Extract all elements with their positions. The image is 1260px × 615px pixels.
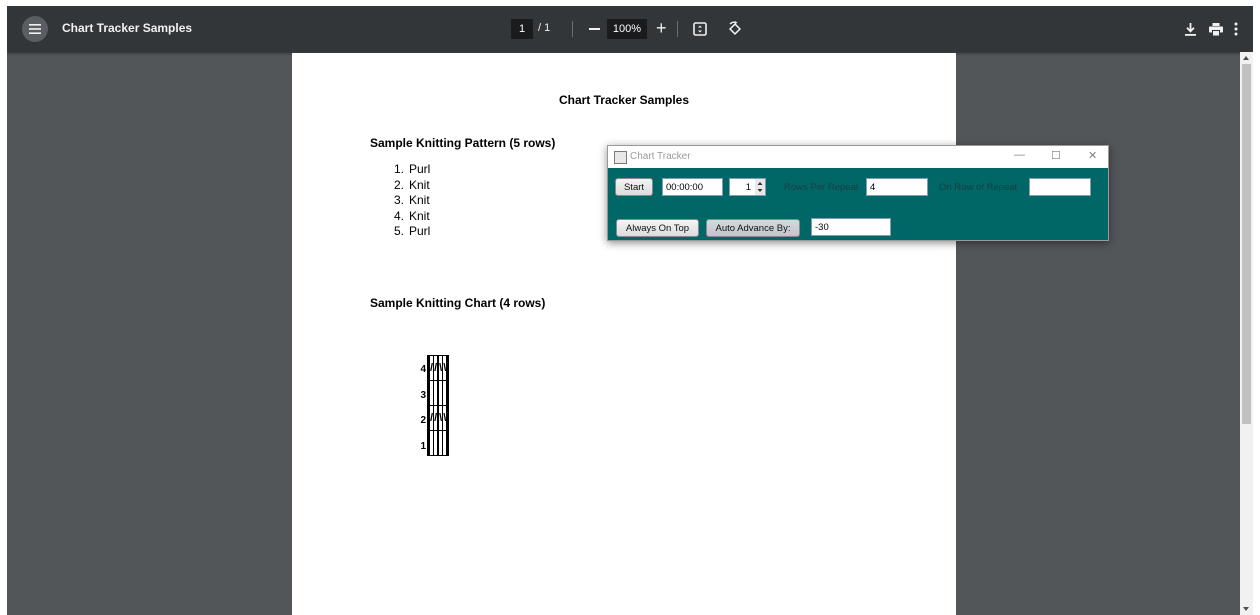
download-button[interactable] (1182, 20, 1198, 38)
pattern-row: 1. Purl (388, 162, 430, 178)
on-row-of-repeat-field[interactable] (1029, 178, 1091, 196)
pattern-row-text: Purl (409, 224, 431, 238)
pattern-row-text: Knit (409, 208, 430, 223)
scroll-up-icon[interactable] (1243, 56, 1249, 60)
spinner-arrows-icon (757, 182, 763, 192)
pattern-row-number: 1. (393, 162, 404, 176)
page-number-input[interactable]: 1 (511, 19, 533, 39)
chart-row (427, 430, 450, 456)
chart-row-label: 1 (420, 440, 426, 452)
more-vertical-icon (1234, 22, 1238, 36)
pattern-row: 3. Knit (388, 193, 430, 209)
auto-advance-field[interactable]: -30 (811, 218, 891, 236)
timer-field[interactable]: 00:00:00 (662, 178, 723, 196)
chart-row-label: 3 (420, 389, 426, 401)
zoom-out-button[interactable] (589, 28, 600, 30)
pattern-row-number: 4. (393, 208, 404, 223)
menu-icon (29, 24, 41, 34)
menu-button[interactable] (22, 16, 48, 42)
chart-cell (447, 405, 450, 431)
toolbar-divider (572, 21, 573, 37)
rows-per-repeat-field[interactable]: 4 (866, 178, 928, 196)
viewer-toolbar: Chart Tracker Samples 1 / 1 100% + (7, 6, 1253, 52)
pattern-row-number: 5. (393, 224, 404, 238)
minimize-button[interactable]: — (1014, 149, 1025, 161)
knitting-chart-grid: / / \ \ / / \ \ (427, 355, 450, 456)
rotate-button[interactable] (725, 19, 745, 39)
chart-cell (447, 355, 450, 381)
chart-row: / / \ \ (427, 355, 450, 381)
chart-tracker-window: Chart Tracker — ☐ ✕ Start 00:00:00 1 Row… (607, 145, 1109, 241)
chart-row-label: 4 (420, 364, 426, 375)
start-button[interactable]: Start (615, 178, 653, 196)
scrollbar-thumb[interactable] (1242, 64, 1251, 424)
rows-per-repeat-label: Rows Per Repeat (784, 182, 859, 193)
page-title: Chart Tracker Samples (558, 93, 690, 107)
pdf-page: Chart Tracker Samples Sample Knitting Pa… (292, 53, 956, 615)
print-button[interactable] (1207, 20, 1225, 38)
chart-cell (447, 380, 450, 406)
toolbar-divider (677, 21, 678, 37)
chart-heading: Sample Knitting Chart (4 rows) (370, 296, 546, 310)
row-spinner[interactable]: 1 (729, 178, 756, 196)
auto-advance-button[interactable]: Auto Advance By: (706, 219, 800, 237)
print-icon (1209, 22, 1223, 36)
pattern-list: 1. Purl 2. Knit 3. Knit 4. Knit 5. Purl (388, 162, 430, 240)
on-row-of-repeat-label: On Row of Repeat (939, 182, 1018, 193)
window-title: Chart Tracker (630, 151, 691, 162)
pattern-row-text: Knit (409, 177, 430, 192)
chart-row (427, 380, 450, 406)
pattern-row: 2. Knit (388, 178, 430, 194)
zoom-level-input[interactable]: 100% (607, 19, 647, 39)
always-on-top-button[interactable]: Always On Top (616, 219, 699, 237)
document-title: Chart Tracker Samples (62, 21, 193, 35)
pattern-row: 4. Knit (388, 209, 430, 225)
window-titlebar[interactable]: Chart Tracker — ☐ ✕ (608, 146, 1108, 168)
chart-cell (447, 430, 450, 456)
chart-row-label: 2 (420, 415, 426, 426)
pattern-row-number: 2. (393, 177, 404, 192)
pdf-viewer: Chart Tracker Samples 1 / 1 100% + Chart… (7, 6, 1253, 615)
vertical-scrollbar[interactable] (1240, 52, 1253, 615)
window-body: Start 00:00:00 1 Rows Per Repeat 4 On Ro… (608, 168, 1108, 240)
close-button[interactable]: ✕ (1088, 149, 1097, 162)
fit-page-icon (693, 22, 707, 36)
more-options-button[interactable] (1231, 19, 1241, 39)
fit-page-button[interactable] (691, 20, 709, 38)
pattern-row: 5. Purl (388, 224, 430, 240)
chart-row: / / \ \ (427, 405, 450, 431)
pattern-row-text: Knit (409, 193, 430, 207)
rotate-icon (728, 21, 742, 36)
pattern-row-text: Purl (409, 162, 431, 176)
spinner-arrows[interactable] (755, 178, 766, 196)
java-app-icon (614, 151, 627, 164)
pattern-heading: Sample Knitting Pattern (5 rows) (370, 136, 556, 150)
download-icon (1184, 22, 1196, 36)
scroll-down-icon[interactable] (1243, 607, 1249, 611)
pattern-row-number: 3. (393, 193, 404, 207)
zoom-in-button[interactable]: + (656, 18, 667, 38)
maximize-button[interactable]: ☐ (1051, 149, 1061, 162)
page-count: / 1 (538, 22, 551, 34)
